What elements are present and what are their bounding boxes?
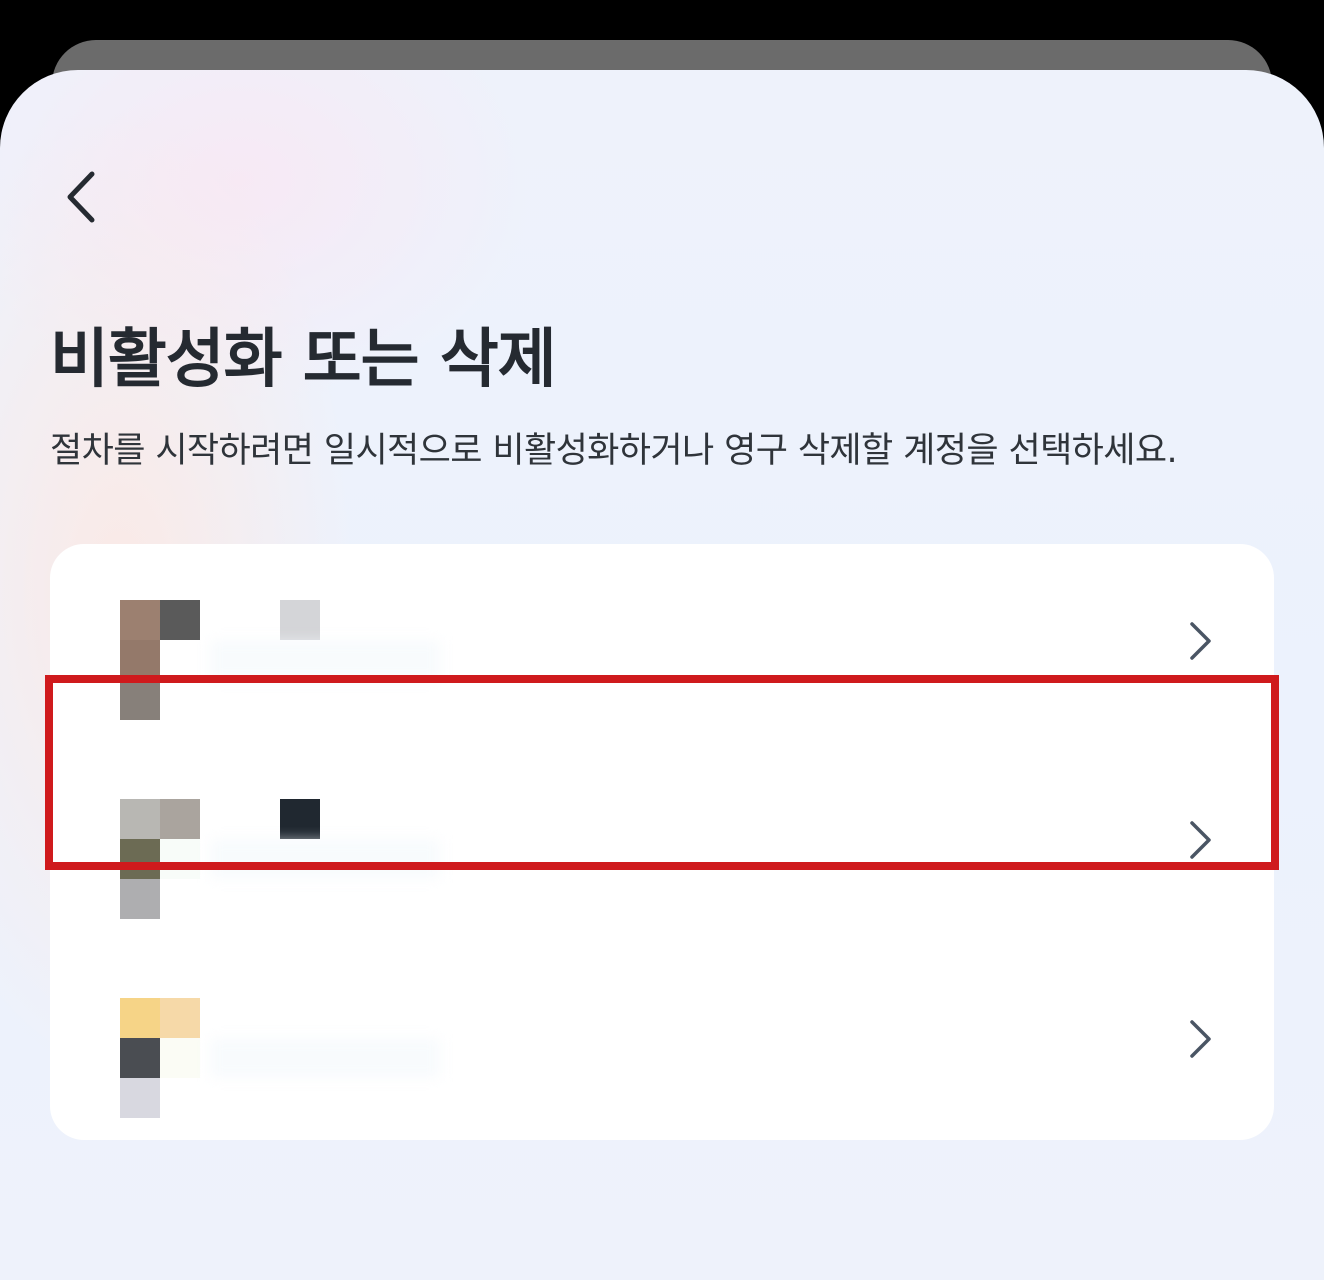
account-name-redacted	[280, 998, 320, 1038]
chevron-right-icon	[1182, 1014, 1218, 1064]
avatar-pixel	[160, 998, 200, 1038]
avatar-pixel	[120, 998, 160, 1038]
chevron-left-icon	[61, 169, 101, 229]
bottom-sheet: 비활성화 또는 삭제 절차를 시작하려면 일시적으로 비활성화하거나 영구 삭제…	[0, 70, 1324, 1280]
account-list	[50, 544, 1274, 1140]
avatar-pixel	[160, 839, 200, 879]
avatar-pixel	[160, 600, 200, 640]
avatar-pixel	[120, 600, 160, 640]
account-item[interactable]	[50, 544, 1274, 743]
avatar-pixel	[120, 680, 160, 720]
avatar-pixel	[120, 1078, 160, 1118]
account-detail-redacted	[210, 640, 440, 680]
back-button[interactable]	[48, 166, 114, 232]
account-detail-redacted	[210, 1038, 440, 1078]
avatar-pixel	[120, 839, 160, 879]
avatar-pixel	[120, 799, 160, 839]
account-detail-redacted	[210, 839, 440, 879]
account-item[interactable]	[50, 942, 1274, 1141]
avatar	[120, 998, 200, 1118]
chevron-right-icon	[1182, 616, 1218, 666]
avatar-pixel	[160, 799, 200, 839]
avatar-pixel	[160, 640, 200, 680]
avatar-pixel	[120, 879, 160, 919]
avatar-pixel	[120, 640, 160, 680]
avatar-pixel	[160, 1038, 200, 1078]
account-item[interactable]	[50, 743, 1274, 942]
page-title: 비활성화 또는 삭제	[50, 323, 557, 397]
account-name-redacted	[280, 600, 320, 640]
chevron-right-icon	[1182, 815, 1218, 865]
account-name-redacted	[280, 799, 320, 839]
avatar	[120, 799, 200, 919]
page-description: 절차를 시작하려면 일시적으로 비활성화하거나 영구 삭제할 계정을 선택하세요…	[50, 431, 1178, 471]
avatar	[120, 600, 200, 720]
avatar-pixel	[120, 1038, 160, 1078]
